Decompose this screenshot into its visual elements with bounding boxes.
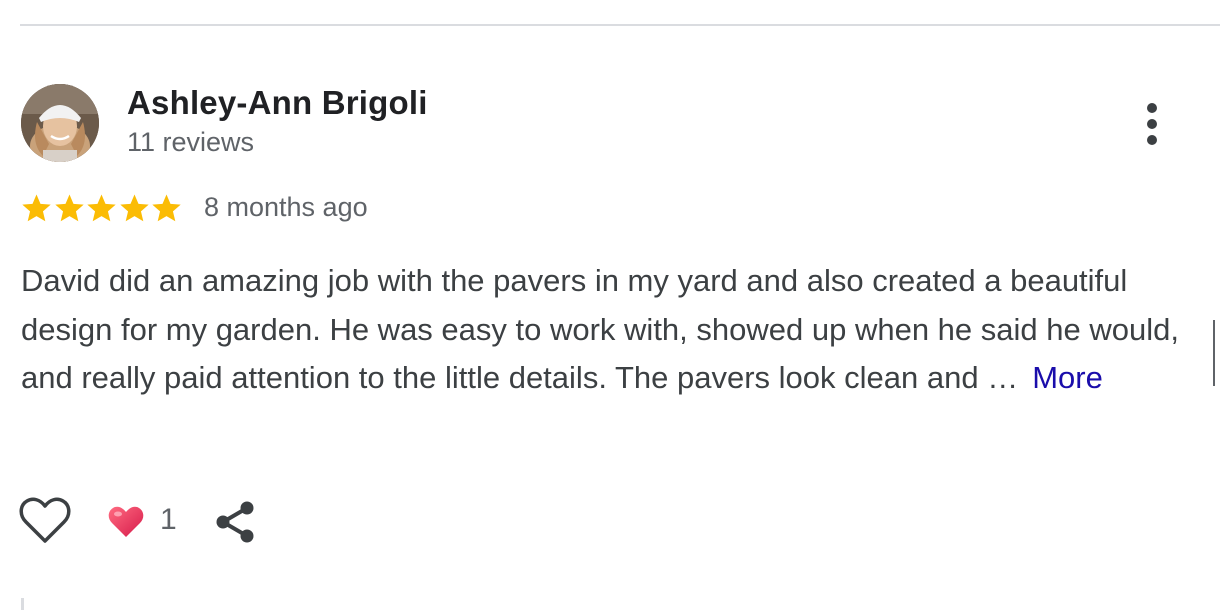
star-icon [152, 193, 181, 221]
heart-filled-icon[interactable] [107, 505, 145, 539]
star-icon [87, 193, 116, 221]
share-button[interactable] [212, 498, 258, 546]
more-link[interactable]: More [1032, 360, 1103, 395]
reaction-count: 1 [160, 503, 177, 536]
star-icon [22, 193, 51, 221]
star-icon [54, 193, 84, 221]
scrollbar[interactable] [1213, 320, 1215, 386]
star-icon [119, 193, 149, 221]
review-card: Ashley-Ann Brigoli 11 reviews 8 months a… [0, 0, 1226, 610]
divider [21, 598, 24, 610]
heart-outline-icon [19, 497, 71, 543]
review-date: 8 months ago [204, 192, 368, 222]
divider [20, 24, 1220, 26]
share-icon [216, 501, 254, 543]
more-vert-icon[interactable] [1136, 100, 1168, 148]
like-button[interactable] [18, 496, 72, 546]
reviewer-name[interactable]: Ashley-Ann Brigoli [127, 84, 428, 122]
review-count[interactable]: 11 reviews [127, 127, 254, 158]
star-rating [20, 190, 183, 226]
avatar[interactable] [21, 84, 99, 162]
review-body: David did an amazing job with the pavers… [21, 263, 1179, 395]
review-text: David did an amazing job with the pavers… [21, 257, 1191, 403]
